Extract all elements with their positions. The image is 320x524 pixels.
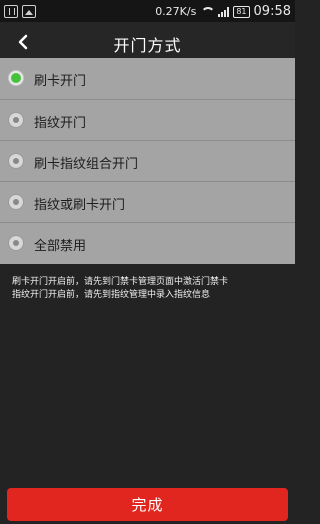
- option-card-fingerprint-combo[interactable]: 刷卡指纹组合开门: [0, 141, 295, 182]
- option-label: 指纹开门: [34, 116, 87, 131]
- status-bar: 0.27K/s 81 09:58: [0, 0, 295, 22]
- radio-icon[interactable]: [8, 153, 24, 169]
- door-open-options: 刷卡开门 指纹开门 刷卡指纹组合开门 指纹或刷卡开门 全部禁用: [0, 58, 295, 264]
- option-fingerprint-or-card[interactable]: 指纹或刷卡开门: [0, 182, 295, 223]
- notes: 刷卡开门开启前，请先到门禁卡管理页面中激活门禁卡 指纹开门开启前，请先到指纹管理…: [12, 276, 228, 302]
- page-title: 开门方式: [113, 36, 182, 55]
- radio-icon[interactable]: [8, 235, 24, 251]
- signal-icon: [218, 6, 230, 17]
- radio-icon[interactable]: [8, 194, 24, 210]
- option-label: 刷卡开门: [34, 74, 87, 89]
- battery-icon: 81: [233, 5, 250, 18]
- clock: 09:58: [253, 4, 291, 19]
- done-button[interactable]: 完成: [7, 488, 288, 521]
- radio-icon[interactable]: [8, 70, 24, 86]
- note-fingerprint: 指纹开门开启前，请先到指纹管理中录入指纹信息: [12, 290, 211, 300]
- option-label: 全部禁用: [34, 239, 87, 254]
- title-bar: 开门方式: [0, 22, 295, 62]
- usb-icon: [4, 4, 18, 18]
- note-card: 刷卡开门开启前，请先到门禁卡管理页面中激活门禁卡: [12, 277, 229, 287]
- radio-icon[interactable]: [8, 112, 24, 128]
- option-label: 刷卡指纹组合开门: [34, 157, 139, 172]
- image-icon: [22, 4, 36, 18]
- net-speed: 0.27K/s: [155, 5, 197, 18]
- wifi-icon: [200, 6, 216, 17]
- option-disable-all[interactable]: 全部禁用: [0, 223, 295, 264]
- option-label: 指纹或刷卡开门: [34, 198, 126, 213]
- option-card-open[interactable]: 刷卡开门: [0, 58, 295, 99]
- option-fingerprint-open[interactable]: 指纹开门: [0, 100, 295, 141]
